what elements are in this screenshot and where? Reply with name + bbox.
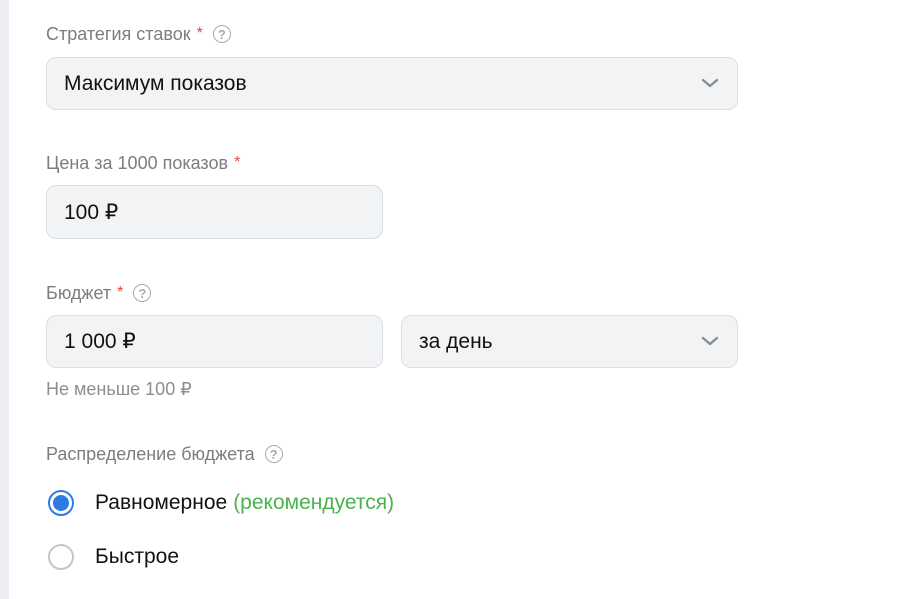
strategy-label: Стратегия ставок: [46, 23, 191, 44]
chevron-down-icon: [701, 336, 719, 345]
radio-option-fast[interactable]: Быстрое: [48, 544, 179, 570]
distribution-label-row: Распределение бюджета ?: [46, 442, 283, 466]
budget-label: Бюджет: [46, 282, 112, 303]
radio-button-unselected[interactable]: [48, 544, 74, 570]
budget-input[interactable]: 1 000 ₽: [46, 315, 383, 368]
strategy-select-value: Максимум показов: [64, 71, 247, 95]
required-asterisk: *: [196, 25, 203, 42]
chevron-down-icon: [701, 78, 719, 87]
budget-input-value: 1 000 ₽: [64, 330, 136, 353]
budget-period-select[interactable]: за день: [401, 315, 738, 368]
radio-fast-label: Быстрое: [95, 545, 180, 568]
radio-option-even[interactable]: Равномерное (рекомендуется): [48, 490, 394, 516]
price-input-value: 100 ₽: [64, 200, 119, 224]
radio-even-label: Равномерное: [95, 491, 228, 514]
distribution-label: Распределение бюджета: [46, 443, 255, 464]
strategy-select[interactable]: Максимум показов: [46, 57, 738, 110]
price-label-row: Цена за 1000 показов *: [46, 151, 240, 175]
strategy-label-row: Стратегия ставок * ?: [46, 22, 231, 46]
radio-button-selected[interactable]: [48, 490, 74, 516]
help-icon[interactable]: ?: [212, 25, 231, 43]
help-icon[interactable]: ?: [133, 284, 152, 302]
budget-hint: Не меньше 100 ₽: [46, 379, 192, 399]
required-asterisk: *: [234, 154, 241, 171]
budget-label-row: Бюджет * ?: [46, 281, 152, 305]
budget-period-value: за день: [419, 329, 493, 353]
help-icon[interactable]: ?: [264, 445, 283, 463]
recommended-note: (рекомендуется): [233, 491, 395, 514]
price-label: Цена за 1000 показов: [46, 152, 229, 173]
required-asterisk: *: [117, 284, 124, 301]
price-input[interactable]: 100 ₽: [46, 185, 383, 239]
radio-dot: [53, 495, 69, 511]
left-panel-edge: [0, 0, 9, 599]
